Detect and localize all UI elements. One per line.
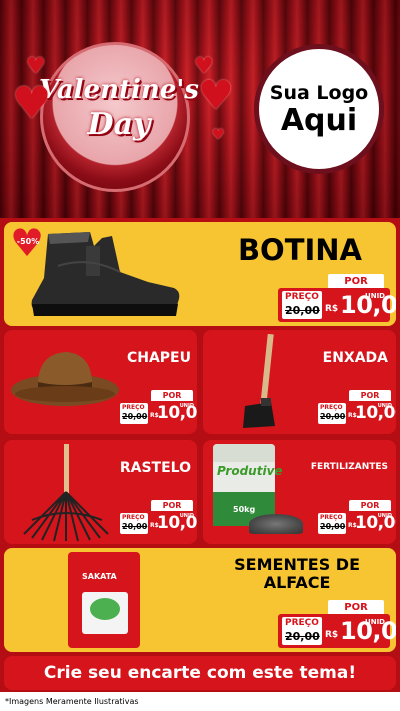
price-box: PREÇO 20,00 R$ 10,00 UNID [117, 511, 197, 536]
price-box: PREÇO 20,00 R$ 10,00 UNID [315, 511, 396, 536]
old-price-box: PREÇO 20,00 [120, 513, 148, 534]
logo-line1: Sua Logo [269, 81, 369, 104]
bag-brand: Produtive [217, 464, 283, 478]
valentines-title: Valentine's Day [34, 75, 204, 142]
unit-label: UNID [179, 513, 194, 519]
logo-placeholder[interactable]: Sua Logo Aqui [254, 44, 384, 174]
fertilizer-granules [249, 514, 303, 534]
price-box: PREÇO 20,00 R$ 10,00 UNID [117, 401, 197, 426]
logo-line2: Aqui [280, 102, 358, 138]
price-box: PREÇO 20,00 R$ 10,00 UNID [315, 401, 396, 426]
hat-image [11, 352, 119, 406]
currency: R$ [325, 630, 339, 640]
old-price-box: PREÇO 20,00 [282, 291, 322, 319]
old-price-box: PREÇO 20,00 [120, 403, 148, 424]
preco-label: PREÇO [285, 292, 319, 302]
por-label: POR [328, 600, 384, 615]
heart-icon: ♥ [12, 78, 52, 129]
product-card-fertilizantes[interactable]: Produtive 50kg FERTILIZANTES POR PREÇO 2… [203, 440, 396, 544]
price-tag: POR PREÇO 20,00 R$ 10,00 UNID [315, 500, 396, 538]
unit-label: UNID [365, 618, 385, 626]
old-price-box: PREÇO 20,00 [282, 617, 322, 645]
unit-label: UNID [377, 403, 392, 409]
seed-package-image: SAKATA [68, 552, 140, 648]
product-title-fertilizantes: FERTILIZANTES [310, 462, 388, 472]
package-brand: SAKATA [82, 572, 117, 581]
product-title-enxada: ENXADA [322, 350, 388, 366]
product-card-botina[interactable]: ♥ -50% BOTINA POR PREÇO 20,00 R$ 10,00 U… [4, 222, 396, 326]
old-price: 20,00 [320, 412, 346, 421]
unit-label: UNID [365, 292, 385, 300]
product-title-chapeu: CHAPEU [126, 350, 191, 366]
por-label: POR [328, 274, 384, 289]
price-tag: POR PREÇO 20,00 R$ 10,00 UNID [278, 600, 396, 650]
price-box: PREÇO 20,00 R$ 10,00 UNID [278, 288, 396, 322]
old-price: 20,00 [122, 412, 148, 421]
product-title-rastelo: RASTELO [119, 460, 191, 476]
product-title-botina: BOTINA [237, 233, 362, 267]
footnote: *Imagens Meramente Ilustrativas [5, 697, 139, 706]
unit-label: UNID [377, 513, 392, 519]
product-card-enxada[interactable]: ENXADA POR PREÇO 20,00 R$ 10,00 UNID [203, 330, 396, 434]
heart-icon: ♥ [198, 73, 234, 119]
old-price: 20,00 [285, 304, 320, 317]
price-tag: POR PREÇO 20,00 R$ 10,00 UNID [315, 390, 396, 428]
heart-icon: ♥ [194, 54, 214, 79]
title-line2: ALFACE [263, 573, 331, 593]
currency: R$ [325, 304, 339, 314]
price-tag: POR PREÇO 20,00 R$ 10,00 UNID [117, 500, 197, 538]
price-tag: POR PREÇO 20,00 R$ 10,00 UNID [278, 274, 396, 324]
bag-weight: 50kg [233, 505, 256, 514]
preco-label: PREÇO [320, 404, 343, 411]
old-price: 20,00 [122, 522, 148, 531]
preco-label: PREÇO [320, 514, 343, 521]
cta-banner[interactable]: Crie seu encarte com este tema! [4, 656, 396, 690]
unit-label: UNID [179, 403, 194, 409]
old-price: 20,00 [320, 522, 346, 531]
price-tag: POR PREÇO 20,00 R$ 10,00 UNID [117, 390, 197, 428]
heart-icon: ♥ [26, 54, 46, 79]
old-price-box: PREÇO 20,00 [318, 513, 346, 534]
title-line1: SEMENTES DE [234, 555, 360, 574]
preco-label: PREÇO [122, 514, 145, 521]
valentines-line1: Valentine's [39, 75, 199, 105]
preco-label: PREÇO [285, 618, 319, 628]
rake-image [23, 444, 109, 542]
preco-label: PREÇO [122, 404, 145, 411]
product-card-rastelo[interactable]: RASTELO POR PREÇO 20,00 R$ 10,00 UNID [4, 440, 197, 544]
old-price: 20,00 [285, 630, 320, 643]
product-card-chapeu[interactable]: CHAPEU POR PREÇO 20,00 R$ 10,00 UNID [4, 330, 197, 434]
price-box: PREÇO 20,00 R$ 10,00 UNID [278, 614, 396, 648]
hoe-image [243, 333, 275, 428]
heart-icon: ♥ [212, 127, 225, 143]
valentines-line2: Day [87, 107, 151, 142]
product-title-sementes: SEMENTES DE ALFACE [234, 555, 360, 593]
old-price-box: PREÇO 20,00 [318, 403, 346, 424]
boot-image [31, 232, 180, 316]
product-card-sementes[interactable]: SAKATA SEMENTES DE ALFACE POR PREÇO 20,0… [4, 548, 396, 652]
